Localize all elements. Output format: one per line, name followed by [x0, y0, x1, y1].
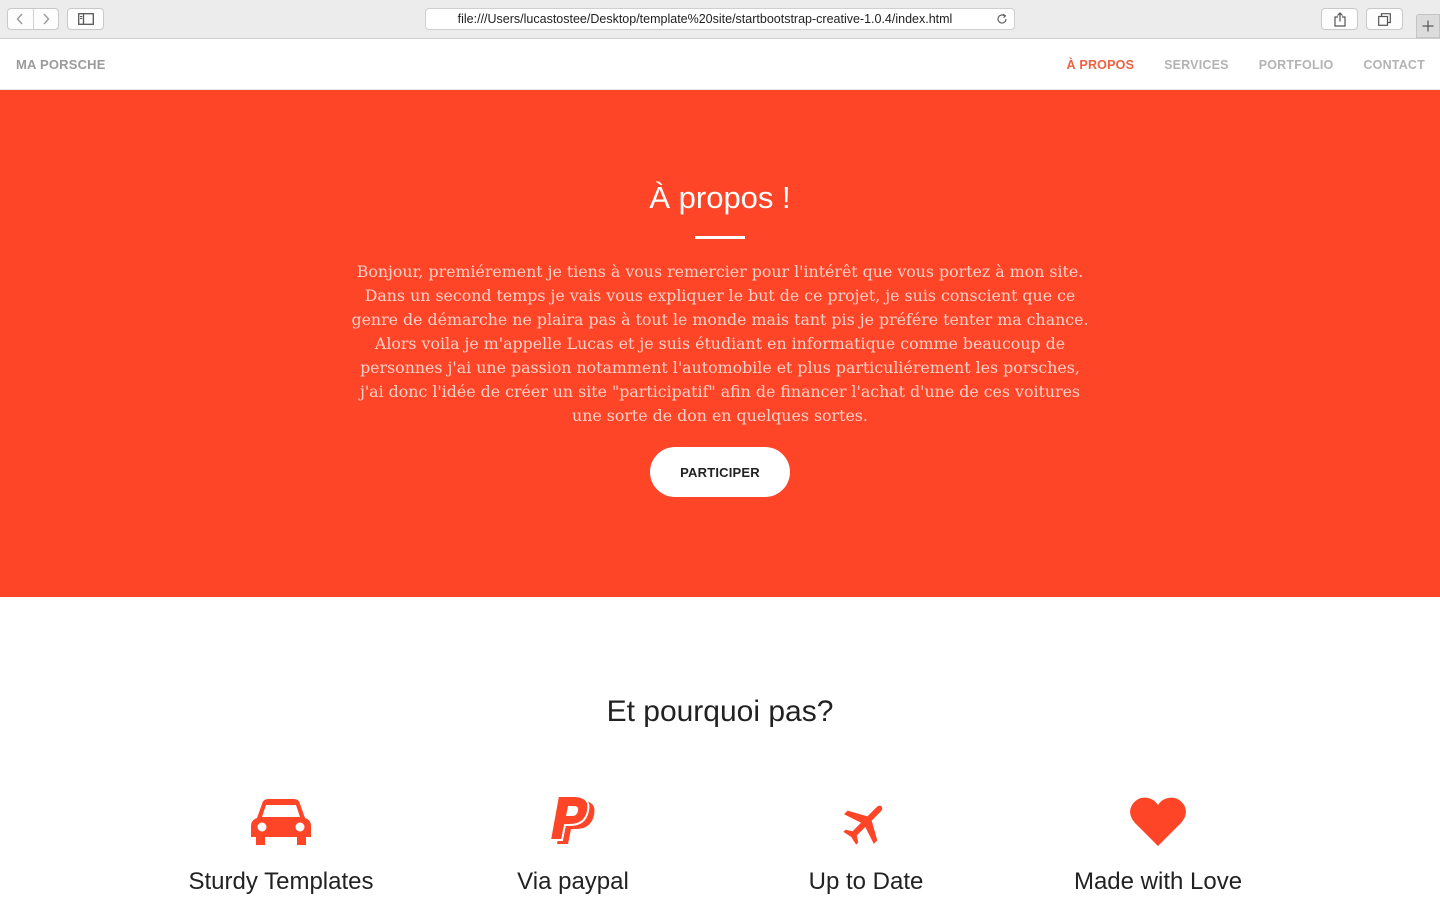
address-bar[interactable]: file:///Users/lucastostee/Desktop/templa… — [425, 8, 1015, 30]
service-label: Made with Love — [1073, 868, 1243, 895]
heart-icon — [1130, 797, 1186, 846]
share-icon — [1333, 11, 1346, 27]
service-item-made-with-love: Made with Love — [1008, 790, 1308, 896]
plus-icon — [1422, 20, 1434, 32]
plane-icon — [843, 805, 883, 845]
sidebar-icon — [77, 13, 94, 25]
service-item-sturdy-templates: Sturdy Templates — [131, 790, 431, 896]
nav-link-a-propos[interactable]: À PROPOS — [1067, 58, 1135, 72]
reload-icon — [997, 13, 1007, 24]
car-icon — [251, 799, 311, 845]
nav-link-contact[interactable]: CONTACT — [1363, 58, 1425, 72]
service-label: Sturdy Templates — [188, 868, 374, 895]
paypal-icon — [548, 795, 595, 844]
service-label: Up to Date — [808, 868, 924, 895]
tabs-icon — [1378, 12, 1391, 26]
share-button[interactable] — [1321, 8, 1358, 30]
nav-link-services[interactable]: SERVICES — [1164, 58, 1229, 72]
service-label: Via paypal — [517, 868, 629, 895]
browser-toolbar: file:///Users/lucastostee/Desktop/templa… — [0, 0, 1440, 39]
new-tab-button[interactable] — [1416, 14, 1440, 38]
reload-button[interactable] — [994, 11, 1010, 27]
nav-links: À PROPOS SERVICES PORTFOLIO CONTACT — [1067, 39, 1425, 90]
brand-link[interactable]: MA PORSCHE — [16, 39, 106, 90]
show-tabs-button[interactable] — [1366, 8, 1403, 30]
service-item-via-paypal: Via paypal — [423, 790, 723, 896]
forward-icon — [43, 13, 50, 25]
participer-button[interactable]: PARTICIPER — [650, 447, 790, 497]
services-title: Et pourquoi pas? — [606, 695, 834, 728]
title-divider — [695, 236, 745, 239]
about-title: À propos ! — [649, 180, 791, 215]
back-button[interactable] — [8, 9, 33, 29]
history-nav — [7, 8, 59, 30]
site-navbar: MA PORSCHE À PROPOS SERVICES PORTFOLIO C… — [0, 39, 1440, 90]
url-text[interactable]: file:///Users/lucastostee/Desktop/templa… — [426, 9, 984, 29]
nav-link-portfolio[interactable]: PORTFOLIO — [1259, 58, 1334, 72]
service-item-up-to-date: Up to Date — [716, 790, 1016, 896]
forward-button[interactable] — [32, 9, 58, 29]
back-icon — [17, 13, 24, 25]
about-section: À propos ! Bonjour, premiérement je tien… — [0, 90, 1440, 597]
about-text: Bonjour, premiérement je tiens à vous re… — [351, 262, 1089, 425]
sidebar-button[interactable] — [67, 8, 104, 30]
